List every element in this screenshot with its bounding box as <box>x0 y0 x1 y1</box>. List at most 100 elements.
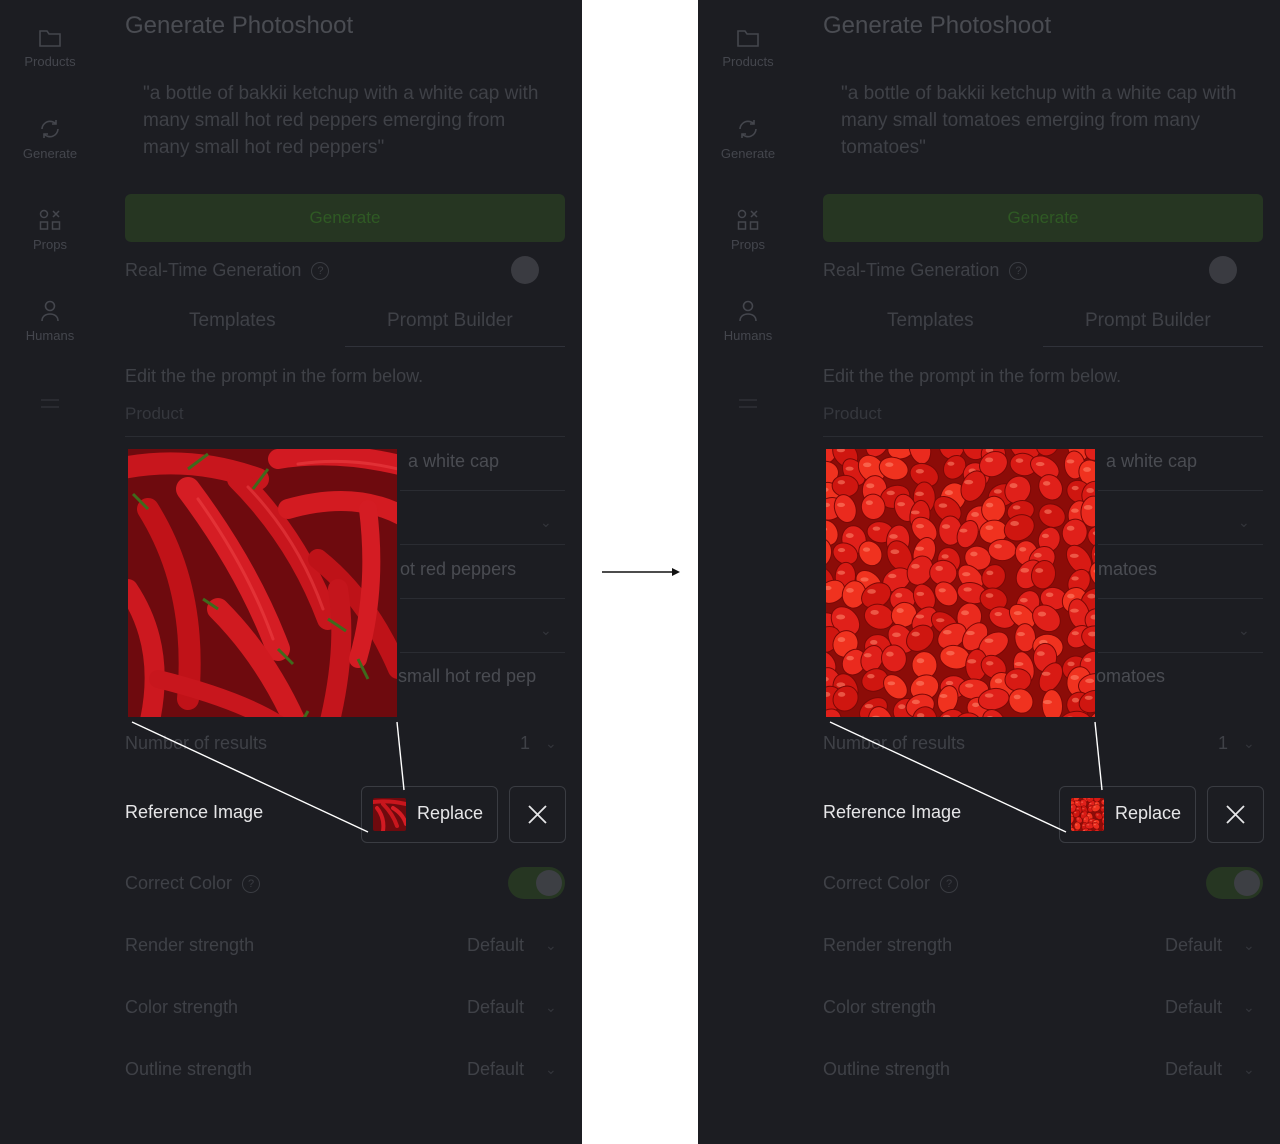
sidebar-item-humans[interactable]: Humans <box>698 300 798 343</box>
help-icon[interactable]: ? <box>1009 262 1028 281</box>
chevron-down-icon[interactable]: ⌄ <box>545 937 557 954</box>
prompt-field-2-value[interactable]: ot red peppers <box>400 559 516 580</box>
sidebar-item-generate[interactable]: Generate <box>698 118 798 161</box>
tomato-highlight <box>1086 824 1090 826</box>
tomato-highlight <box>985 457 994 463</box>
remove-reference-button[interactable] <box>1207 786 1264 843</box>
chevron-down-icon[interactable]: ⌄ <box>1243 735 1255 752</box>
replace-button[interactable]: Replace <box>1059 786 1196 843</box>
tomato-highlight <box>1066 459 1075 464</box>
chevron-down-icon[interactable]: ⌄ <box>1238 622 1250 639</box>
color-strength-label: Color strength <box>125 997 239 1017</box>
chevron-down-icon[interactable]: ⌄ <box>540 514 552 531</box>
tab-prompt-builder[interactable]: Prompt Builder <box>387 310 513 332</box>
folder-icon <box>737 30 759 47</box>
prompt-field-1-value[interactable]: a white cap <box>408 451 499 472</box>
sidebar-item-generate[interactable]: Generate <box>0 118 100 161</box>
close-icon <box>1226 805 1245 824</box>
sidebar-item-label: Generate <box>720 146 776 161</box>
sidebar-item-products[interactable]: Products <box>0 28 100 69</box>
tomato-highlight <box>846 588 854 593</box>
sidebar-item-more[interactable] <box>698 395 798 421</box>
tomato-highlight <box>916 680 925 686</box>
tomato-highlight <box>915 469 924 474</box>
correct-color-label: Correct Color? <box>125 873 261 894</box>
divider <box>400 652 565 653</box>
outline-strength-value[interactable]: Default <box>467 1059 524 1080</box>
sidebar-item-props[interactable]: Props <box>698 209 798 252</box>
tomato-highlight <box>1086 488 1094 493</box>
sidebar-item-more[interactable] <box>0 395 100 421</box>
divider <box>400 544 565 545</box>
tab-templates[interactable]: Templates <box>189 310 276 332</box>
tomato-highlight <box>867 673 875 679</box>
tomato-highlight <box>836 614 846 620</box>
tomato-highlight <box>1017 632 1025 637</box>
realtime-toggle[interactable] <box>1209 256 1237 284</box>
tomato-highlight <box>971 511 979 517</box>
outline-strength-value[interactable]: Default <box>1165 1059 1222 1080</box>
realtime-toggle[interactable] <box>511 256 539 284</box>
prompt-field-3-value[interactable]: small hot red pep <box>398 666 536 687</box>
prompt-field-1-value[interactable]: a white cap <box>1106 451 1197 472</box>
color-strength-value[interactable]: Default <box>467 997 524 1018</box>
correct-color-toggle[interactable] <box>508 867 565 899</box>
tomato-highlight <box>892 632 901 638</box>
render-strength-value[interactable]: Default <box>467 935 524 956</box>
chevron-down-icon[interactable]: ⌄ <box>1238 514 1250 531</box>
render-strength-value[interactable]: Default <box>1165 935 1222 956</box>
tomato-highlight <box>1014 662 1024 666</box>
tomato-highlight <box>837 570 846 575</box>
tomato-highlight <box>963 587 972 592</box>
sidebar-item-humans[interactable]: Humans <box>0 300 100 343</box>
chevron-down-icon[interactable]: ⌄ <box>545 1061 557 1078</box>
sidebar-item-products[interactable]: Products <box>698 28 798 69</box>
tomato-highlight <box>1019 597 1028 603</box>
tomato-highlight <box>1013 694 1021 700</box>
chevron-down-icon[interactable]: ⌄ <box>540 622 552 639</box>
realtime-generation-label: Real-Time Generation? <box>823 260 1028 281</box>
tomato-highlight <box>941 524 951 529</box>
chevron-down-icon[interactable]: ⌄ <box>1243 937 1255 954</box>
tomato-highlight <box>1075 824 1078 826</box>
sidebar-item-props[interactable]: Props <box>0 209 100 252</box>
tomato-highlight <box>1042 481 1051 486</box>
tomato-highlight <box>1035 568 1044 573</box>
help-icon[interactable]: ? <box>311 262 330 281</box>
tomato-highlight <box>1035 462 1045 467</box>
tomato-highlight <box>1081 813 1084 815</box>
tomato-highlight <box>1089 819 1093 822</box>
chevron-down-icon[interactable]: ⌄ <box>1243 1061 1255 1078</box>
tomato-highlight <box>938 503 948 508</box>
correct-color-toggle[interactable] <box>1206 867 1263 899</box>
color-strength-value[interactable]: Default <box>1165 997 1222 1018</box>
generate-button[interactable]: Generate <box>823 194 1263 242</box>
results-value[interactable]: 1 <box>520 733 530 754</box>
replace-button[interactable]: Replace <box>361 786 498 843</box>
prompt-field-3-value[interactable]: omatoes <box>1096 666 1165 687</box>
generate-button[interactable]: Generate <box>125 194 565 242</box>
prompt-text: "a bottle of bakkii ketchup with a white… <box>841 83 1237 158</box>
tab-templates[interactable]: Templates <box>887 310 974 332</box>
help-icon[interactable]: ? <box>242 875 261 894</box>
chevron-down-icon[interactable]: ⌄ <box>545 735 557 752</box>
tomato-highlight <box>867 589 876 594</box>
help-icon[interactable]: ? <box>940 875 959 894</box>
shapes-icon <box>737 209 759 230</box>
tomato-highlight <box>1085 678 1095 684</box>
chevron-down-icon[interactable]: ⌄ <box>1243 999 1255 1016</box>
chevron-down-icon[interactable]: ⌄ <box>545 999 557 1016</box>
sliders-icon <box>41 399 59 408</box>
tomato-highlight <box>888 573 897 579</box>
tomato-highlight <box>972 702 980 708</box>
prompt-field-2-value[interactable]: matoes <box>1098 559 1157 580</box>
results-value[interactable]: 1 <box>1218 733 1228 754</box>
tomato-highlight <box>1010 520 1019 526</box>
tab-prompt-builder[interactable]: Prompt Builder <box>1085 310 1211 332</box>
tomato-highlight <box>1071 508 1079 513</box>
correct-color-text: Correct Color <box>823 873 931 893</box>
tomato-highlight <box>910 510 920 515</box>
edit-hint: Edit the the prompt in the form below. <box>823 366 1122 386</box>
remove-reference-button[interactable] <box>509 786 566 843</box>
tomato-highlight <box>935 565 943 571</box>
